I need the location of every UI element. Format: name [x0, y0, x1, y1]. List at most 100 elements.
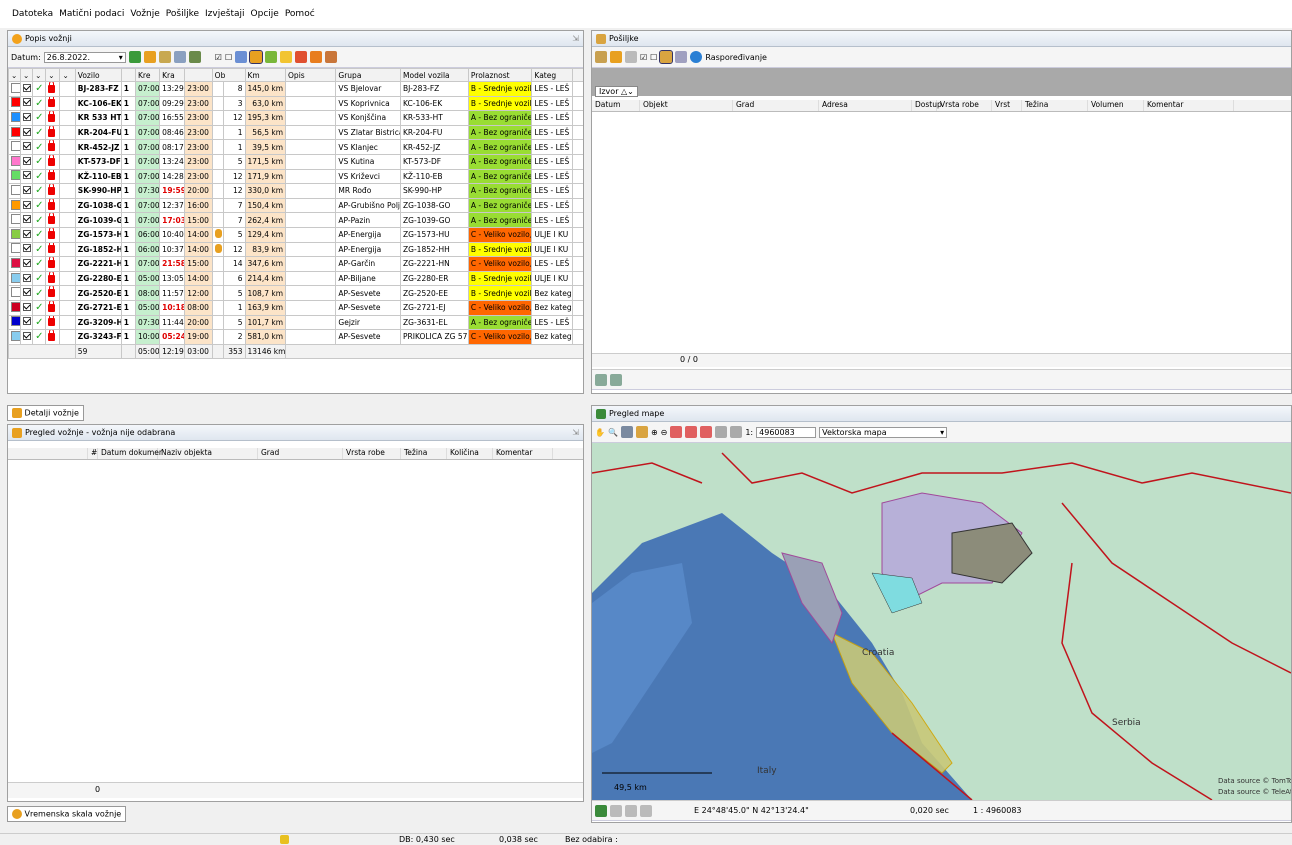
row-checkbox[interactable] [23, 112, 32, 121]
row-checkbox[interactable] [23, 83, 32, 92]
lock-icon[interactable] [48, 286, 56, 298]
table-row[interactable]: ✓ ZG-2721-EJ 1 05:00 10:18 08:00 1 163,9 km AP-S… [8, 299, 583, 316]
grid-icon[interactable] [625, 51, 637, 63]
menu-item-3[interactable]: Pošiljke [166, 9, 199, 19]
route3-icon[interactable] [700, 426, 713, 438]
copy-icon[interactable] [173, 51, 186, 63]
print-icon[interactable] [620, 426, 633, 438]
row-checkbox[interactable] [23, 317, 32, 326]
col-km[interactable]: Km [244, 68, 287, 82]
col-komentar[interactable]: Komentar [1144, 100, 1234, 111]
dropdown-icon[interactable]: ▾ [940, 428, 944, 437]
grid-icon[interactable] [158, 51, 171, 63]
map-tool-icon[interactable] [595, 804, 607, 817]
selected-truck-icon[interactable] [249, 50, 264, 64]
row-checkbox[interactable] [23, 258, 32, 267]
date-field[interactable]: 26.8.2022. ▾ [43, 51, 126, 63]
lock-icon[interactable] [48, 213, 56, 225]
map-layer-select[interactable]: Vektorska mapa ▾ [819, 426, 948, 438]
table-row[interactable]: ✓ZG-3243-FD110:0005:2419:002581,0 kmAP-S… [8, 329, 583, 345]
rasporedivanje-button[interactable]: Raspoređivanje [705, 53, 767, 62]
row-checkbox[interactable] [23, 185, 32, 194]
pin-icon[interactable]: ⇲ [572, 428, 579, 437]
pin-icon[interactable]: ⇲ [572, 34, 579, 43]
table-row[interactable]: ✓ZG-1852-HH106:0010:3714:001283,9 kmAP-E… [8, 241, 583, 258]
lock-icon[interactable] [48, 243, 56, 254]
row-checkbox[interactable] [23, 229, 32, 238]
row-checkbox[interactable] [23, 98, 32, 107]
truck-orange-icon[interactable] [310, 51, 323, 63]
zoom-in-icon[interactable]: ⊕ [651, 428, 658, 437]
col-vrsta[interactable]: Vrst [992, 100, 1022, 111]
zoom-out-icon[interactable]: ⊖ [661, 428, 668, 437]
truck-red-icon[interactable] [295, 51, 308, 63]
lock-icon[interactable] [48, 111, 56, 122]
table-row[interactable]: ✓ KC-106-EK 1 07:00 09:29 23:00 3 63,0 km VS Kop… [8, 95, 583, 112]
col-opis[interactable]: Opis [285, 68, 337, 82]
row-checkbox[interactable] [23, 302, 32, 311]
table-row[interactable]: ✓ KR-452-JZ 1 07:00 08:17 23:00 1 39,5 km VS Kla… [8, 139, 583, 155]
lock-icon[interactable] [48, 301, 56, 312]
lock-icon[interactable] [48, 330, 56, 341]
scale-field[interactable]: 4960083 [756, 426, 817, 438]
col-tezina[interactable]: Težina [1022, 100, 1088, 111]
lock-icon[interactable] [48, 82, 56, 93]
table-row[interactable]: ✓ BJ-283-FZ 1 07:00 13:29 23:00 8 145,0 km VS Bj… [8, 81, 583, 97]
col-kategorija[interactable]: Kateg [531, 68, 573, 82]
table-row[interactable]: ✓ KR-204-FU 1 07:00 08:46 23:00 1 56,5 km VS Zla… [8, 124, 583, 141]
route2-icon[interactable] [685, 426, 698, 438]
col-prolaznost[interactable]: Prolaznost [467, 68, 533, 82]
layers-icon[interactable] [635, 426, 648, 438]
col-grad[interactable]: Grad [733, 100, 819, 111]
izvor-chip[interactable]: Izvor △⌄ [595, 86, 638, 97]
route5-icon[interactable] [730, 426, 743, 438]
table-row[interactable]: ✓ZG-2520-EE108:0011:5712:005108,7 kmAP-S… [8, 285, 583, 301]
table-row[interactable]: ✓ZG-1038-GC107:0012:3716:007150,4 kmAP-G… [8, 197, 583, 214]
row-checkbox[interactable] [23, 331, 32, 340]
row-checkbox[interactable] [23, 288, 32, 297]
truck-yellow-icon[interactable] [280, 51, 293, 63]
col-vozilo[interactable]: Vozilo [74, 68, 122, 82]
map-tool3-icon[interactable] [625, 804, 637, 817]
package-selected-icon[interactable] [659, 50, 674, 64]
table-row[interactable]: ✓ KR 533 HT 1 07:00 16:55 23:00 12 195,3 km VS K… [8, 110, 583, 126]
table-row[interactable]: ✓ SK-990-HP 1 07:30 19:59 20:00 12 330,0 km MR R… [8, 183, 583, 199]
refresh-icon[interactable] [128, 51, 141, 63]
dropdown-icon[interactable]: ▾ [119, 53, 123, 62]
col-adresa[interactable]: Adresa [819, 100, 912, 111]
uncheck-all-icon[interactable]: ☐ [650, 53, 657, 62]
col-volumen[interactable]: Volumen [1088, 100, 1144, 111]
table-row[interactable]: ✓ZG-2221-HN107:0021:5815:0014347,6 kmAP-… [8, 256, 583, 272]
table-row[interactable]: ✓ZG-3209-HS107:3011:4420:005101,7 kmGejz… [8, 314, 583, 331]
map-tool4-icon[interactable] [640, 804, 652, 817]
lock-icon[interactable] [48, 228, 56, 239]
col-model-vozila[interactable]: Model vozila [400, 68, 469, 82]
row-checkbox[interactable] [23, 273, 32, 282]
menu-item-4[interactable]: Izvještaji [205, 9, 244, 19]
hand-icon[interactable]: ✋ [595, 428, 605, 437]
raspored-icon[interactable] [690, 51, 703, 63]
collapse-icon[interactable] [610, 373, 622, 386]
packages-icon[interactable] [675, 51, 688, 63]
row-checkbox[interactable] [23, 200, 32, 209]
col-ob[interactable]: Ob [211, 68, 246, 82]
col-datum[interactable]: Datum [592, 100, 640, 111]
uncheck-all-icon[interactable]: ☐ [225, 53, 232, 62]
lock-icon[interactable] [48, 97, 56, 108]
export-icon[interactable] [188, 51, 201, 63]
row-checkbox[interactable] [23, 215, 32, 224]
route-icon[interactable] [670, 426, 683, 438]
add-package-icon[interactable] [610, 51, 622, 63]
map-canvas[interactable]: Croatia Serbia Italy 49,5 km Data source… [592, 443, 1291, 800]
zoom-icon[interactable]: 🔍 [608, 428, 618, 437]
lock-icon[interactable] [48, 257, 56, 268]
table-row[interactable]: ✓ KT-573-DF 1 07:00 13:24 23:00 5 171,5 km VS Ku… [8, 153, 583, 170]
col-kre[interactable]: Kre [135, 68, 161, 82]
expand-icon[interactable] [595, 373, 607, 386]
menu-item-6[interactable]: Pomoć [285, 9, 315, 19]
table-row[interactable]: ✓ZG-2280-ER105:0013:0514:006214,4 kmAP-B… [8, 270, 583, 287]
menu-item-5[interactable]: Opcije [251, 9, 279, 19]
route4-icon[interactable] [715, 426, 728, 438]
table-row[interactable]: ✓ZG-1039-GC107:0017:0315:007262,4 kmAP-P… [8, 212, 583, 228]
row-checkbox[interactable] [23, 171, 32, 180]
